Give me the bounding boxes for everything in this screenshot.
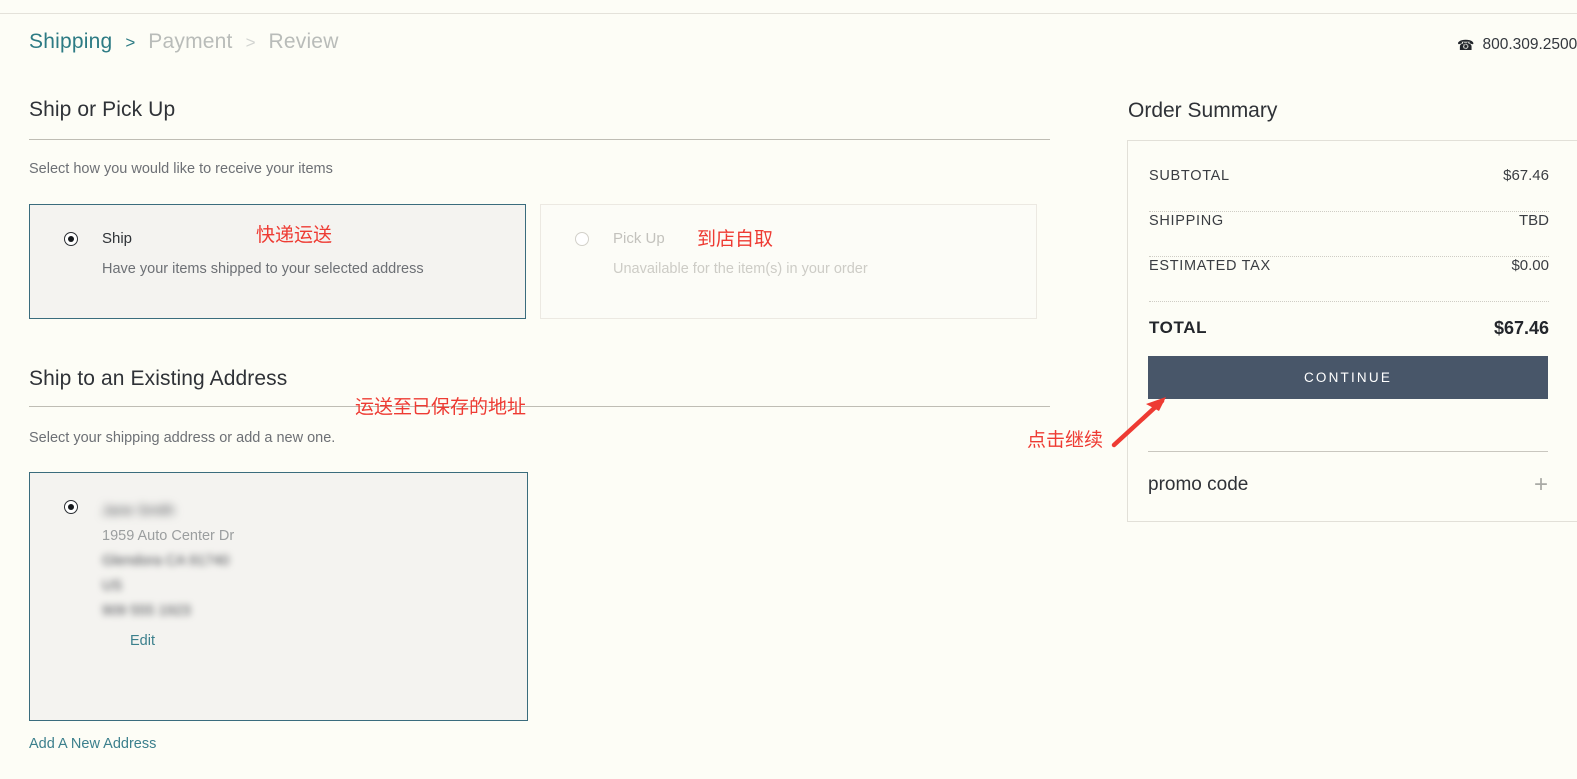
summary-row-estimated-tax: ESTIMATED TAX $0.00: [1149, 257, 1549, 302]
address-line-city-state-zip: Glendora CA 91740: [102, 553, 230, 569]
existing-address-title: Ship to an Existing Address: [29, 367, 288, 390]
add-new-address-link[interactable]: Add A New Address: [29, 736, 156, 752]
existing-address-subtitle: Select your shipping address or add a ne…: [29, 430, 336, 446]
summary-value-subtotal: $67.46: [1503, 167, 1549, 184]
phone-icon: ☎: [1457, 37, 1475, 53]
radio-saved-address[interactable]: [64, 500, 78, 514]
address-line-country: US: [102, 578, 123, 594]
saved-address-card[interactable]: Jane Smith 1959 Auto Center Dr Glendora …: [29, 472, 528, 721]
summary-label-subtotal: SUBTOTAL: [1149, 168, 1230, 184]
radio-ship[interactable]: [64, 232, 78, 246]
promo-divider: [1148, 451, 1548, 452]
annotation-arrow-icon: [1111, 397, 1166, 448]
summary-label-shipping: SHIPPING: [1149, 213, 1224, 229]
promo-code-label: promo code: [1148, 474, 1249, 495]
ship-or-pickup-divider: [29, 139, 1050, 140]
summary-row-shipping: SHIPPING TBD: [1149, 212, 1549, 257]
fulfillment-option-pickup: Pick Up Unavailable for the item(s) in y…: [540, 204, 1037, 319]
address-line-street: 1959 Auto Center Dr: [102, 528, 235, 544]
address-line-phone: 909 555 1923: [102, 603, 191, 619]
fulfillment-option-pickup-label: Pick Up: [613, 230, 665, 247]
checkout-main-column: Ship or Pick Up Select how you would lik…: [0, 0, 1100, 779]
order-summary-panel: SUBTOTAL $67.46 SHIPPING TBD ESTIMATED T…: [1127, 140, 1577, 522]
radio-pickup: [575, 232, 589, 246]
saved-address-lines: Jane Smith 1959 Auto Center Dr Glendora …: [102, 499, 234, 624]
summary-row-subtotal: SUBTOTAL $67.46: [1149, 167, 1549, 212]
address-line-name: Jane Smith: [102, 503, 175, 519]
edit-address-link[interactable]: Edit: [130, 633, 155, 649]
summary-row-total: TOTAL $67.46: [1149, 302, 1549, 354]
fulfillment-option-pickup-description: Unavailable for the item(s) in your orde…: [613, 261, 868, 277]
annotation-ship: 快递运送: [256, 224, 333, 246]
summary-value-estimated-tax: $0.00: [1511, 257, 1549, 274]
ship-or-pickup-title: Ship or Pick Up: [29, 98, 176, 121]
order-summary-rows: SUBTOTAL $67.46 SHIPPING TBD ESTIMATED T…: [1149, 167, 1549, 354]
plus-icon[interactable]: +: [1534, 473, 1548, 497]
summary-label-estimated-tax: ESTIMATED TAX: [1149, 258, 1271, 274]
summary-value-shipping: TBD: [1519, 212, 1549, 229]
promo-code-toggle[interactable]: promo code +: [1148, 470, 1548, 500]
annotation-pickup: 到店自取: [697, 228, 774, 250]
existing-address-divider: [29, 406, 1050, 407]
support-phone-number: 800.309.2500: [1482, 36, 1577, 53]
fulfillment-option-ship-label: Ship: [102, 230, 133, 247]
ship-or-pickup-subtitle: Select how you would like to receive you…: [29, 161, 333, 177]
support-phone[interactable]: ☎ 800.309.2500: [1457, 36, 1577, 54]
annotation-continue: 点击继续: [1027, 429, 1104, 451]
order-summary-title: Order Summary: [1128, 99, 1278, 122]
summary-value-total: $67.46: [1493, 317, 1549, 338]
continue-button[interactable]: CONTINUE: [1148, 356, 1548, 399]
fulfillment-option-ship-description: Have your items shipped to your selected…: [102, 261, 424, 277]
summary-label-total: TOTAL: [1149, 318, 1208, 337]
annotation-existing-address: 运送至已保存的地址: [355, 396, 527, 418]
